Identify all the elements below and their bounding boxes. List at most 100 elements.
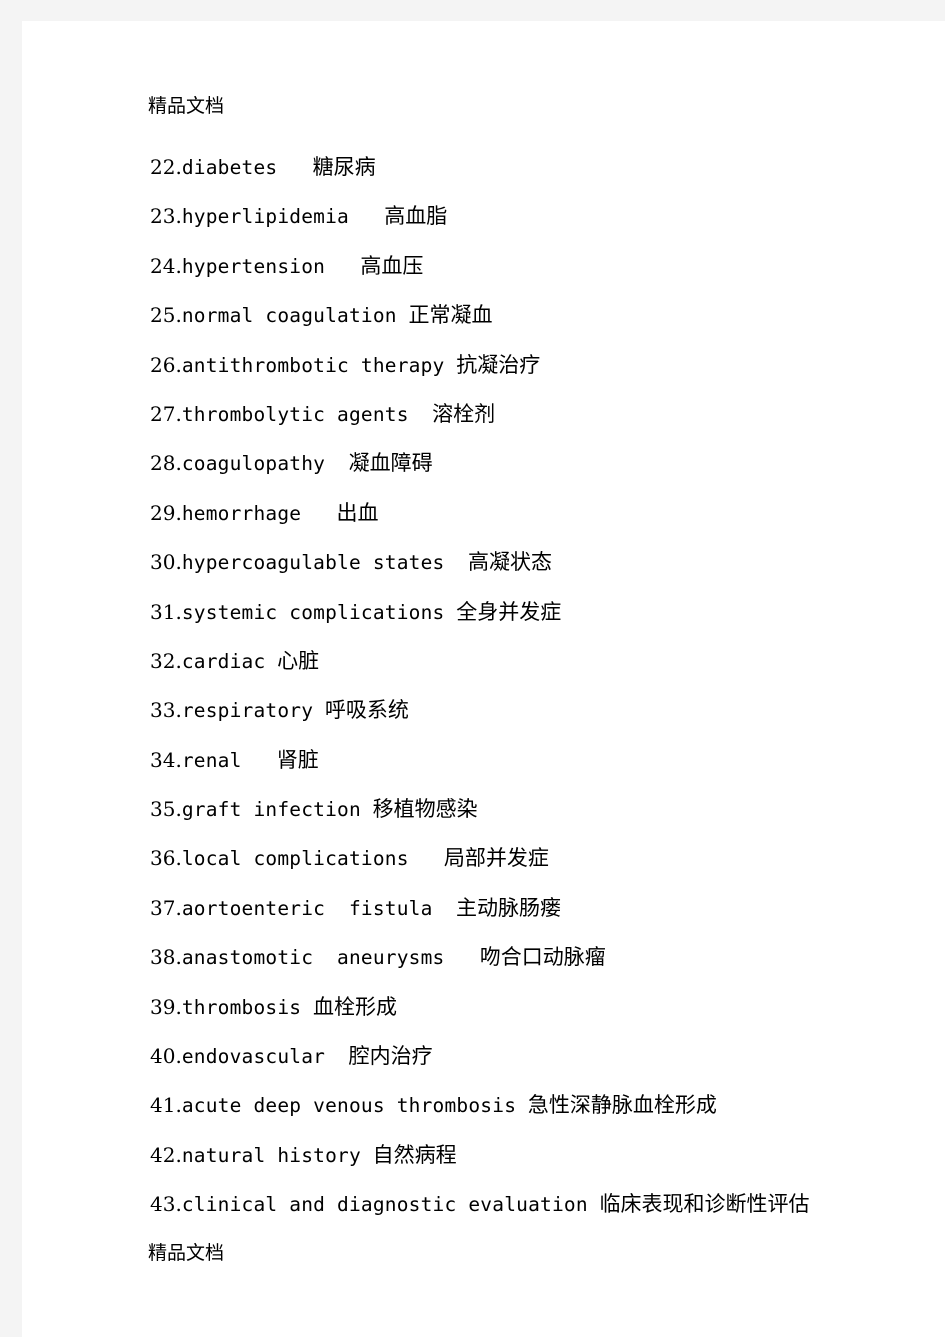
glossary-entry-index: 23.: [150, 204, 182, 229]
glossary-entry: 27.thrombolytic agents 溶栓剂: [150, 390, 908, 439]
glossary-entry: 35.graft infection 移植物感染: [150, 785, 908, 834]
glossary-entry-index: 33.: [150, 698, 182, 723]
glossary-entry-gloss: 正常凝血: [408, 303, 493, 328]
glossary-entry-index: 42.: [150, 1142, 182, 1167]
glossary-entry-gloss: 主动脉肠瘘: [456, 895, 562, 920]
glossary-entry-separator: [361, 798, 373, 821]
glossary-entry: 22.diabetes 糖尿病: [150, 143, 908, 192]
glossary-entry-separator: [301, 996, 313, 1019]
glossary-entry-index: 36.: [150, 846, 182, 871]
glossary-entry-gloss: 高血压: [360, 253, 424, 278]
glossary-entry-index: 39.: [150, 994, 182, 1019]
glossary-entry: 38.anastomotic aneurysms 吻合口动脉瘤: [150, 933, 908, 982]
glossary-entry-index: 35.: [150, 797, 182, 822]
glossary-entry-separator: [265, 650, 277, 673]
glossary-entry-term: thrombolytic agents: [181, 402, 409, 426]
glossary-entry-index: 29.: [150, 500, 182, 525]
glossary-entry-term: hypertension: [181, 254, 326, 278]
footer-watermark-stamp: 精品文档: [148, 1242, 225, 1264]
document-body: 精品文档 22.diabetes 糖尿病 23.hyperlipidemia 高血…: [148, 21, 908, 1337]
glossary-entry-separator: [325, 452, 348, 475]
glossary-entry: 33.respiratory 呼吸系统: [150, 686, 908, 735]
glossary-entry: 42.natural history 自然病程: [150, 1131, 908, 1180]
glossary-entry-term: endovascular: [181, 1045, 326, 1069]
glossary-entry: 34.renal 肾脏: [150, 736, 908, 785]
glossary-entry-separator: [361, 1144, 373, 1167]
glossary-entry-gloss: 抗凝治疗: [456, 352, 541, 377]
glossary-entry-gloss: 急性深静脉血栓形成: [527, 1093, 717, 1118]
glossary-entry-gloss: 移植物感染: [372, 797, 478, 822]
glossary-entry-index: 28.: [150, 451, 182, 476]
glossary-entry-term: renal: [181, 748, 242, 772]
glossary-entry: 40.endovascular 腔内治疗: [150, 1032, 908, 1081]
glossary-entry-index: 22.: [150, 155, 182, 179]
glossary-entry-index: 37.: [150, 895, 182, 920]
glossary-entry-gloss: 血栓形成: [312, 994, 397, 1019]
glossary-entry: 23.hyperlipidemia 高血脂: [150, 192, 908, 241]
glossary-entry-term: hemorrhage: [181, 501, 302, 525]
glossary-entry-term: aortoenteric fistula: [181, 896, 433, 920]
glossary-entry-index: 24.: [150, 253, 182, 278]
glossary-entry: 43.clinical and diagnostic evaluation 临床…: [150, 1180, 908, 1229]
glossary-entry-separator: [301, 502, 336, 525]
glossary-entry-term: cardiac: [181, 649, 266, 673]
glossary-entry: 26.antithrombotic therapy 抗凝治疗: [150, 341, 908, 390]
glossary-entry-index: 41.: [150, 1093, 182, 1118]
glossary-entry-separator: [242, 749, 277, 772]
glossary-entry-term: anastomotic aneurysms: [181, 946, 445, 970]
glossary-entry-separator: [409, 403, 432, 426]
glossary-entry-gloss: 出血: [336, 500, 379, 525]
glossary-entry-separator: [409, 847, 444, 870]
glossary-entry: 39.thrombosis 血栓形成: [150, 983, 908, 1032]
glossary-entry: 25.normal coagulation 正常凝血: [150, 291, 908, 340]
glossary-entry-index: 38.: [150, 945, 182, 970]
glossary-entry-gloss: 心脏: [277, 648, 320, 673]
glossary-entry-gloss: 凝血障碍: [348, 451, 433, 476]
glossary-entry-term: diabetes: [181, 156, 278, 179]
glossary-entry-term: hyperlipidemia: [181, 205, 349, 229]
glossary-entry-index: 40.: [150, 1044, 182, 1069]
glossary-entry-separator: [588, 1193, 600, 1216]
document-page: 精品文档 22.diabetes 糖尿病 23.hyperlipidemia 高血…: [22, 21, 945, 1337]
glossary-entry-gloss: 吻合口动脉瘤: [479, 945, 606, 970]
glossary-entry-term: antithrombotic therapy: [181, 353, 445, 377]
glossary-entry: 32.cardiac 心脏: [150, 637, 908, 686]
glossary-entry-gloss: 呼吸系统: [324, 698, 409, 723]
glossary-entry-term: normal coagulation: [181, 304, 397, 328]
glossary-entry: 24.hypertension 高血压: [150, 242, 908, 291]
glossary-entry: 28.coagulopathy 凝血障碍: [150, 439, 908, 488]
glossary-entry-gloss: 肾脏: [276, 747, 319, 772]
glossary-entry-index: 25.: [150, 303, 182, 328]
glossary-entry-gloss: 溶栓剂: [432, 401, 496, 426]
glossary-entry-index: 43.: [150, 1192, 182, 1217]
glossary-entry-separator: [445, 946, 480, 969]
glossary-entry-gloss: 局部并发症: [443, 846, 549, 871]
glossary-entry-separator: [445, 601, 457, 624]
glossary-entry-gloss: 全身并发症: [456, 599, 562, 624]
header-watermark-stamp: 精品文档: [148, 95, 225, 117]
glossary-entry-separator: [325, 255, 360, 278]
glossary-entry-term: acute deep venous thrombosis: [181, 1094, 517, 1118]
glossary-entry-gloss: 高凝状态: [467, 550, 552, 575]
glossary-entry: 30.hypercoagulable states 高凝状态: [150, 538, 908, 587]
glossary-entry-gloss: 自然病程: [372, 1142, 457, 1167]
glossary-entry-term: clinical and diagnostic evaluation: [181, 1193, 588, 1217]
glossary-entry-gloss: 腔内治疗: [348, 1044, 433, 1069]
glossary-entry-index: 32.: [150, 648, 182, 673]
glossary-entry: 37.aortoenteric fistula 主动脉肠瘘: [150, 884, 908, 933]
glossary-entry-term: thrombosis: [181, 995, 302, 1019]
glossary-entry-term: systemic complications: [181, 600, 445, 624]
glossary-entry-index: 26.: [150, 352, 182, 377]
glossary-entry: 36.local complications 局部并发症: [150, 834, 908, 883]
glossary-entry-index: 27.: [150, 401, 182, 426]
glossary-entry-separator: [433, 897, 456, 920]
glossary-entry-index: 31.: [150, 599, 182, 624]
glossary-entry-term: natural history: [181, 1143, 361, 1167]
glossary-entry-term: local complications: [181, 847, 409, 871]
glossary-entry-index: 30.: [150, 550, 182, 575]
glossary-entry-gloss: 糖尿病: [312, 155, 376, 179]
glossary-entry: 41.acute deep venous thrombosis 急性深静脉血栓形…: [150, 1081, 908, 1130]
glossary-entry-separator: [313, 699, 325, 722]
glossary-entry-separator: [277, 156, 312, 179]
glossary-entry-separator: [349, 205, 384, 228]
